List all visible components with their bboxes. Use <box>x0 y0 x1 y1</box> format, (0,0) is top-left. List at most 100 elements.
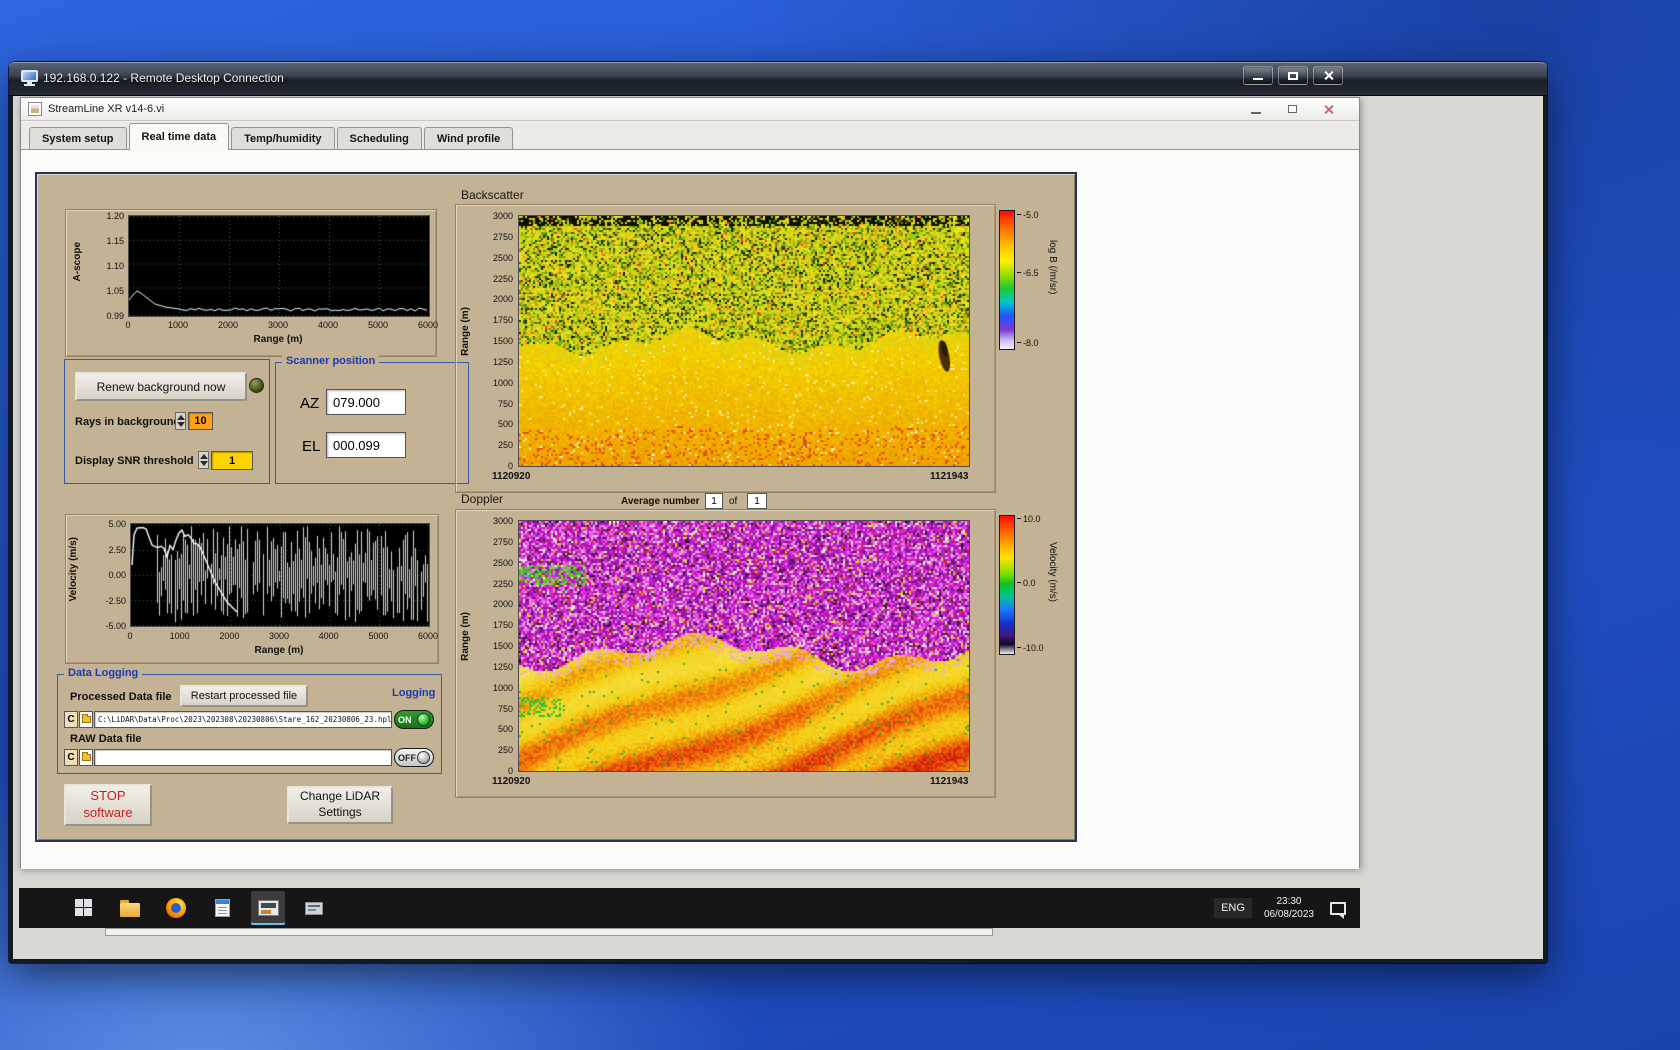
x-tick-label: 3000 <box>267 320 289 330</box>
raw-drive-selector[interactable]: C <box>64 749 78 766</box>
change-button-line2: Settings <box>318 805 362 819</box>
action-center-icon[interactable] <box>1330 901 1346 919</box>
rdp-close-button[interactable] <box>1313 66 1343 85</box>
background-controls-cluster: Renew background now Rays in background … <box>64 359 270 484</box>
rays-in-background-field[interactable]: 10 <box>188 412 213 430</box>
language-indicator[interactable]: ENG <box>1214 898 1252 918</box>
x-tick-label: 4000 <box>317 320 339 330</box>
change-lidar-settings-button[interactable]: Change LiDAR Settings <box>287 786 393 824</box>
processed-data-file-path[interactable]: C:\LiDAR\Data\Proc\2023\202308\20230806\… <box>94 711 392 728</box>
data-logging-title: Data Logging <box>64 667 143 679</box>
average-number-field[interactable]: 1 <box>705 493 723 509</box>
backscatter-y-ticks: 3000 2750 2500 2250 2000 1750 1500 1250 1000 750 5… <box>474 211 515 471</box>
tab-wind-profile[interactable]: Wind profile <box>423 127 514 149</box>
average-total-field[interactable]: 1 <box>747 493 767 509</box>
y-tick-label: 250 <box>497 440 513 451</box>
y-tick-label: 2750 <box>492 231 513 242</box>
app-titlebar[interactable]: StreamLine XR v14-6.vi <box>21 98 1359 121</box>
y-tick-label: 500 <box>497 724 513 735</box>
remote-desktop-session: StreamLine XR v14-6.vi System setup Real … <box>13 96 1543 959</box>
x-tick-label: 2000 <box>217 320 239 330</box>
x-tick-label: 3000 <box>268 631 290 641</box>
start-taskbar-button[interactable] <box>67 891 101 925</box>
azimuth-label: AZ <box>300 395 320 412</box>
y-tick-label: 1000 <box>492 377 513 388</box>
processed-data-file-label: Processed Data file <box>70 691 172 703</box>
renew-background-button[interactable]: Renew background now <box>75 372 247 401</box>
stop-software-button[interactable]: STOP software <box>64 784 152 826</box>
rdp-titlebar[interactable]: 192.168.0.122 - Remote Desktop Connectio… <box>9 62 1547 96</box>
y-tick-label: 3000 <box>492 516 513 526</box>
firefox-taskbar-button[interactable] <box>159 891 193 925</box>
tab-temp-humidity[interactable]: Temp/humidity <box>231 127 335 149</box>
rdp-minimize-button[interactable] <box>1243 66 1273 85</box>
maximize-icon <box>1288 71 1298 80</box>
velocity-y-ticks: 5.00 2.50 0.00 -2.50 -5.00 <box>80 519 128 631</box>
x-tick-label: 5000 <box>368 631 389 641</box>
x-tick-label: 6000 <box>417 320 439 330</box>
app-restore-button[interactable] <box>1281 101 1303 117</box>
streamline-app-window: StreamLine XR v14-6.vi System setup Real … <box>20 97 1360 869</box>
tab-scheduling[interactable]: Scheduling <box>336 127 422 149</box>
app-minimize-button[interactable] <box>1245 101 1267 117</box>
velocity-y-axis-label: Velocity (m/s) <box>68 537 79 602</box>
average-number-label: Average number <box>621 496 700 507</box>
backscatter-colorbar-ticks: -5.0 -6.5 -8.0 <box>1017 210 1049 350</box>
raw-data-file-label: RAW Data file <box>70 733 142 745</box>
y-tick-label: 2500 <box>492 557 513 568</box>
restart-processed-file-button[interactable]: Restart processed file <box>180 685 308 707</box>
notepad-icon <box>214 899 230 917</box>
app-close-button[interactable] <box>1317 101 1339 117</box>
velocity-graph: Velocity (m/s) 5.00 2.50 0.00 -2.50 -5.00 0 1… <box>65 514 439 664</box>
elevation-field[interactable]: 000.099 <box>326 432 406 458</box>
streamline-app-taskbar-button[interactable] <box>251 891 285 925</box>
velocity-plot <box>130 523 430 627</box>
backscatter-x-end: 1121943 <box>930 471 969 482</box>
backscatter-y-axis-label: Range (m) <box>460 307 471 356</box>
colorbar-tick-label: -6.5 <box>1017 268 1039 278</box>
raw-browse-button[interactable] <box>79 749 93 766</box>
scan-scheduler-icon <box>305 901 323 915</box>
doppler-y-axis-label: Range (m) <box>460 612 471 661</box>
ascope-plot <box>128 215 430 317</box>
azimuth-field[interactable]: 079.000 <box>326 389 406 415</box>
y-tick-label: 0.99 <box>106 311 124 321</box>
up-arrow-icon <box>200 454 208 459</box>
snr-spinner[interactable] <box>198 451 209 469</box>
velocity-x-ticks: 0 1000 2000 3000 4000 5000 6000 <box>127 631 438 643</box>
x-tick-label: 4000 <box>318 631 339 641</box>
raw-data-file-path[interactable] <box>94 749 392 766</box>
y-tick-label: 1250 <box>492 661 513 672</box>
y-tick-label: 1750 <box>492 315 513 326</box>
processed-browse-button[interactable] <box>79 711 93 728</box>
raw-logging-toggle[interactable]: OFF <box>394 748 434 767</box>
tab-real-time-data[interactable]: Real time data <box>128 123 230 150</box>
vi-app-icon <box>28 102 42 116</box>
y-tick-label: 0 <box>507 461 513 471</box>
processed-logging-toggle[interactable]: ON <box>394 710 434 729</box>
y-tick-label: 3000 <box>492 211 513 221</box>
ascope-graph: A-scope 1.20 1.15 1.10 1.05 0.99 0 1000 2000 30… <box>65 209 439 357</box>
colorbar-tick-label: 10.0 <box>1017 514 1041 525</box>
ascope-y-axis-label: A-scope <box>72 242 83 282</box>
scan-scheduler-taskbar-button[interactable] <box>297 891 331 925</box>
elevation-label: EL <box>302 438 321 455</box>
y-tick-label: 500 <box>497 419 513 430</box>
snr-threshold-field[interactable]: 1 <box>211 451 253 470</box>
y-tick-label: 2000 <box>492 599 513 610</box>
rays-spinner[interactable] <box>175 412 186 430</box>
file-explorer-taskbar-button[interactable] <box>113 891 147 925</box>
rdp-maximize-button[interactable] <box>1278 66 1308 85</box>
doppler-x-start: 1120920 <box>492 776 531 787</box>
data-logging-group: Data Logging Processed Data file Restart… <box>57 667 442 774</box>
colorbar-tick-label: -8.0 <box>1017 338 1039 348</box>
y-tick-label: 2000 <box>492 294 513 305</box>
tab-system-setup[interactable]: System setup <box>29 127 127 149</box>
app-window-controls <box>1245 101 1339 117</box>
doppler-colorbar <box>999 515 1015 655</box>
rays-in-background-label: Rays in background <box>75 416 181 428</box>
processed-drive-selector[interactable]: C <box>64 711 78 728</box>
folder-icon <box>81 752 91 761</box>
taskbar-clock[interactable]: 23:30 06/08/2023 <box>1264 895 1314 921</box>
notepad-taskbar-button[interactable] <box>205 891 239 925</box>
